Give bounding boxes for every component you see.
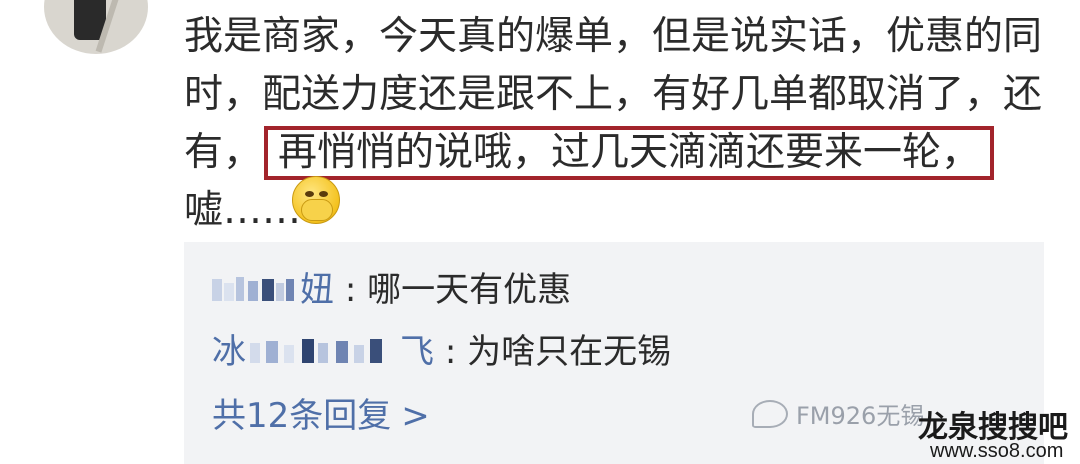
pixelated-name-icon bbox=[250, 339, 382, 363]
reply-text: : 哪一天有优惠 bbox=[344, 270, 572, 310]
emoji-shush-icon bbox=[292, 176, 340, 224]
avatar[interactable] bbox=[44, 0, 148, 54]
comment-line-3-prefix: 有， bbox=[184, 130, 263, 175]
emoji-eye-right bbox=[319, 191, 328, 197]
view-more-replies-link[interactable]: 共12条回复 > bbox=[212, 392, 430, 440]
watermark: FM926无锡 bbox=[752, 396, 924, 431]
comment-line-1: 我是商家，今天真的爆单，但是说实话，优惠的同 bbox=[184, 14, 1043, 59]
reply-username[interactable]: 妞 bbox=[212, 270, 345, 310]
chevron-right-icon: > bbox=[401, 396, 430, 436]
site-logo-url: www.sso8.com bbox=[930, 440, 1064, 462]
reply-item[interactable]: 妞 : 哪一天有优惠 bbox=[212, 266, 571, 314]
reply-username[interactable]: 冰 飞 bbox=[212, 332, 445, 372]
emoji-hand bbox=[301, 199, 333, 221]
pixelated-name-icon bbox=[212, 277, 294, 301]
reply-username-visible-start: 冰 bbox=[212, 332, 246, 372]
reply-username-visible-end: 飞 bbox=[400, 332, 434, 372]
comment-line-3: 有， 再悄悄的说哦，过几天滴滴还要来一轮， bbox=[184, 124, 1056, 182]
emoji-eye-left bbox=[305, 191, 314, 197]
highlighted-text: 再悄悄的说哦，过几天滴滴还要来一轮， bbox=[264, 126, 995, 180]
watermark-text: FM926无锡 bbox=[796, 402, 925, 430]
reply-item[interactable]: 冰 飞 : 为啥只在无锡 bbox=[212, 328, 671, 376]
reply-text: : 为啥只在无锡 bbox=[444, 332, 672, 372]
comment-line-2: 时，配送力度还是跟不上，有好几单都取消了，还 bbox=[184, 72, 1043, 117]
reply-username-visible: 妞 bbox=[300, 270, 334, 310]
wechat-icon bbox=[752, 400, 788, 428]
more-replies-label: 共12条回复 bbox=[212, 396, 392, 436]
